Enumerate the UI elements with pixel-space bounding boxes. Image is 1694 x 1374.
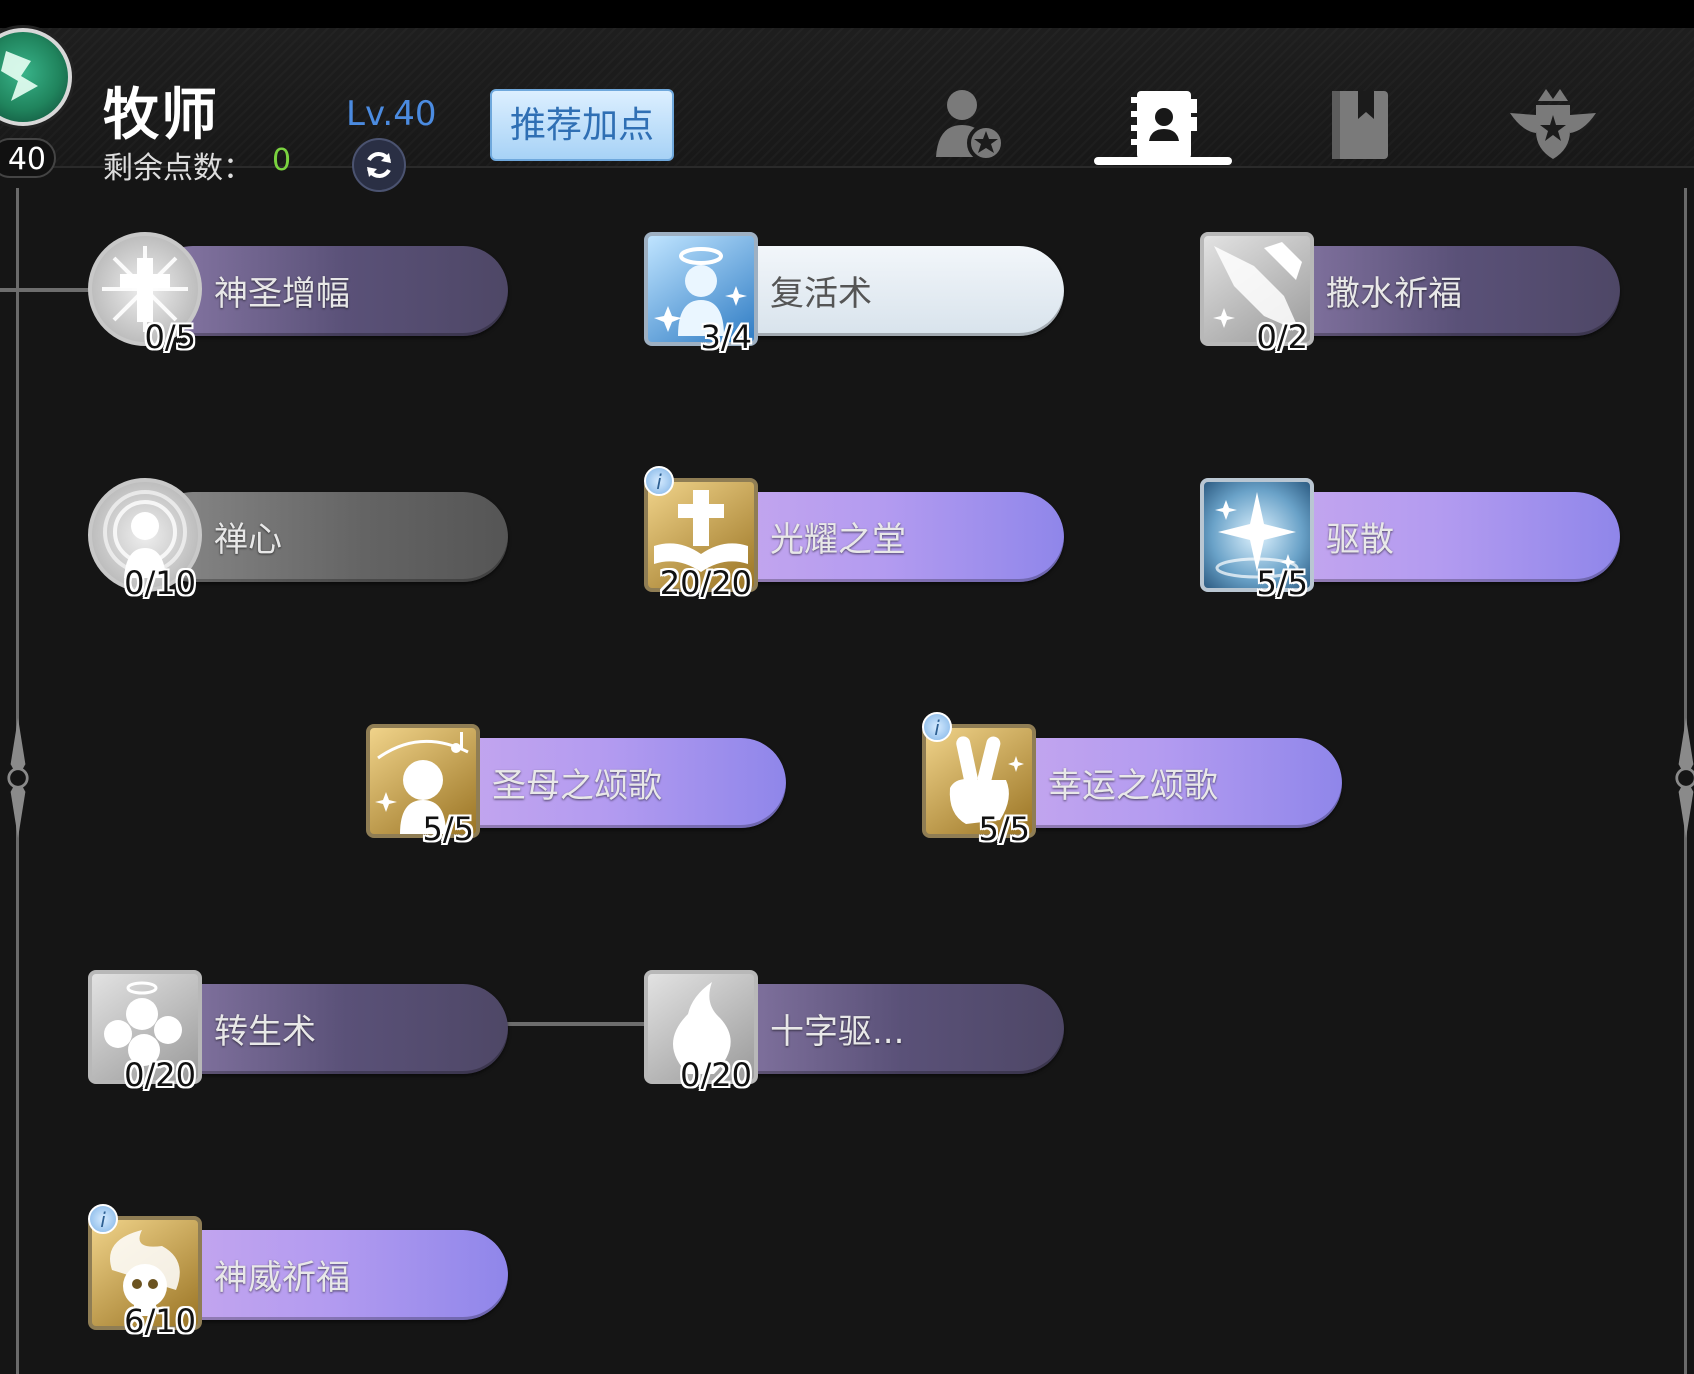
winged-crest-icon [1510,89,1596,159]
character-level: Lv.40 [346,94,437,134]
skill-name: 转生术 [214,1012,316,1052]
skill-node[interactable]: 十字驱... 0/20 [644,956,1074,1094]
tab-book[interactable] [1308,80,1408,170]
skill-connector [0,288,90,292]
tab-character[interactable] [918,80,1018,170]
skill-node[interactable]: i 幸运之颂歌 5/5 [922,710,1352,848]
skill-level: 0/20 [680,1056,752,1094]
tab-crest[interactable] [1503,80,1603,170]
skill-level: 0/10 [124,564,196,602]
skill-node[interactable]: 复活术 3/4 [644,218,1074,356]
class-avatar[interactable] [0,28,72,126]
skill-name: 复活术 [770,274,872,314]
skill-level: 5/5 [978,810,1031,848]
skill-bar [148,492,508,582]
skill-name: 幸运之颂歌 [1048,766,1218,806]
refresh-icon [367,152,391,178]
skill-level: 5/5 [422,810,475,848]
header: 40 牧师 剩余点数： 0 Lv.40 推荐加点 [0,28,1694,192]
remaining-points-value: 0 [272,143,292,178]
skill-node[interactable]: 禅心 0/10 [88,464,518,602]
avatar-level-badge: 40 [0,138,56,178]
top-strip [0,0,1694,28]
skill-bar [704,246,1064,336]
skill-bar [1260,492,1620,582]
skill-node[interactable]: 转生术 0/20 [88,956,518,1094]
reset-points-button[interactable] [352,138,406,192]
info-icon[interactable]: i [922,712,952,742]
skill-level: 6/10 [124,1302,196,1340]
right-frame-ornament [1675,718,1694,838]
info-icon[interactable]: i [88,1204,118,1234]
remaining-points-label: 剩余点数： [103,151,253,186]
active-tab-indicator [1094,157,1232,165]
skill-node[interactable]: 驱散 5/5 [1200,464,1630,602]
skill-level: 0/2 [1256,318,1309,356]
skill-node[interactable]: 圣母之颂歌 5/5 [366,710,796,848]
skill-level: 0/20 [124,1056,196,1094]
skill-name: 十字驱... [770,1012,905,1052]
bookmark-book-icon [1332,91,1388,159]
skill-name: 光耀之堂 [770,520,906,560]
skill-level: 0/5 [144,318,197,356]
skill-bar [148,984,508,1074]
recommend-points-button[interactable]: 推荐加点 [490,89,674,161]
skill-name: 驱散 [1326,520,1394,560]
skill-node[interactable]: i 光耀之堂 20/20 [644,464,1074,602]
skill-name: 神威祈福 [214,1258,350,1298]
skill-name: 禅心 [214,520,282,560]
left-frame-ornament [7,718,29,838]
person-star-icon [936,90,1005,162]
skill-level: 20/20 [659,564,752,602]
skill-level: 3/4 [700,318,753,356]
info-icon[interactable]: i [644,466,674,496]
skill-name: 神圣增幅 [214,274,350,314]
skill-node[interactable]: 撒水祈福 0/2 [1200,218,1630,356]
class-name: 牧师 [103,83,219,148]
skill-name: 圣母之颂歌 [492,766,662,806]
skill-connector [505,1022,645,1026]
skill-node[interactable]: 神圣增幅 0/5 [88,218,518,356]
skill-book-icon [1131,91,1197,159]
skill-level: 5/5 [1256,564,1309,602]
skill-name: 撒水祈福 [1326,274,1462,314]
skill-node[interactable]: i 神威祈福 6/10 [88,1202,518,1340]
